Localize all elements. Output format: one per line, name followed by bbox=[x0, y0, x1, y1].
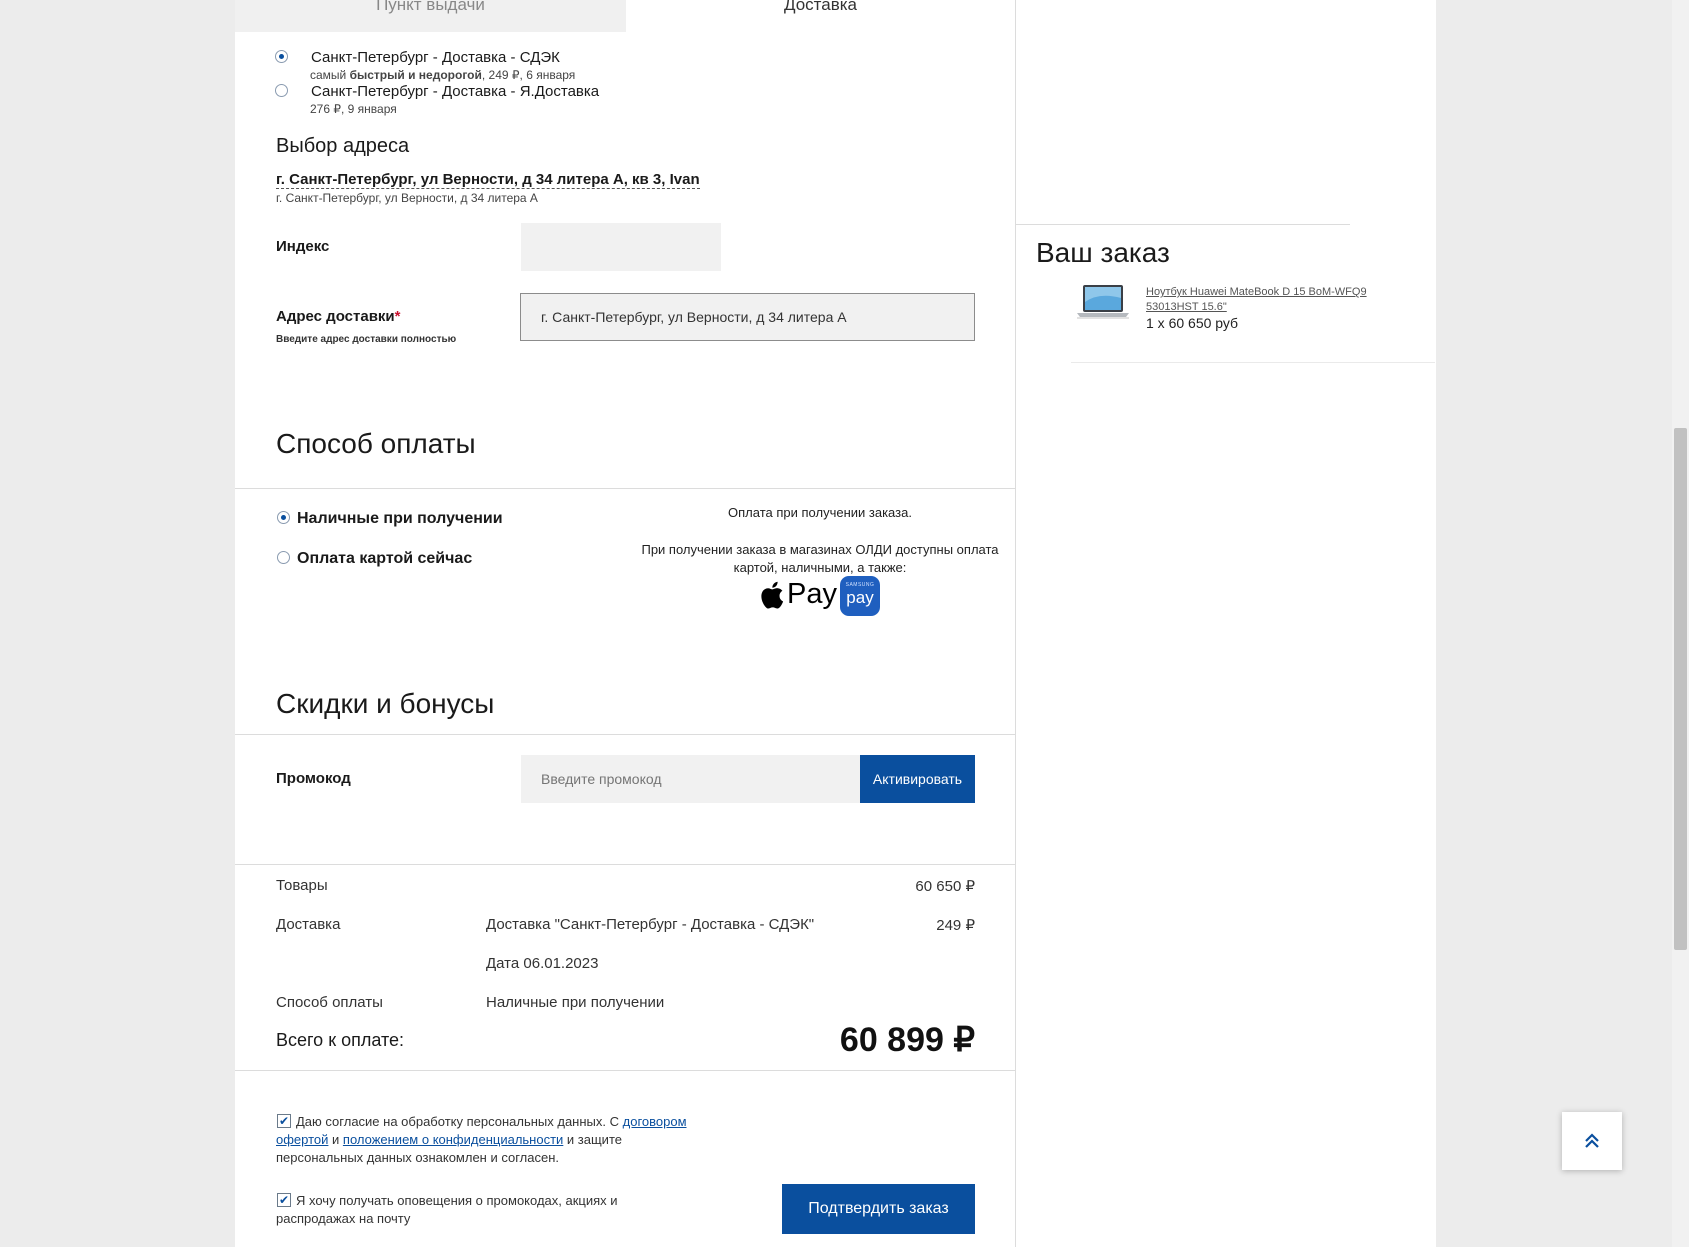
summary-payment-value: Наличные при получении bbox=[486, 994, 665, 1011]
delivery-option-subtitle: самый быстрый и недорогой, 249 ₽, 6 янва… bbox=[310, 68, 576, 82]
order-top-divider bbox=[1016, 224, 1350, 225]
delivery-address-hint: Введите адрес доставки полностью bbox=[276, 334, 457, 345]
scrollbar-thumb[interactable] bbox=[1674, 428, 1687, 950]
promo-input[interactable] bbox=[521, 755, 861, 803]
discounts-heading: Скидки и бонусы bbox=[276, 688, 495, 719]
index-input[interactable] bbox=[521, 223, 721, 271]
section-divider bbox=[235, 1070, 1015, 1071]
summary-goods-value: 60 650 ₽ bbox=[915, 878, 975, 895]
apple-pay-logo: Pay bbox=[760, 577, 837, 617]
tab-pickup[interactable]: Пункт выдачи bbox=[235, 0, 626, 32]
delivery-address-input[interactable]: г. Санкт-Петербург, ул Верности, д 34 ли… bbox=[520, 293, 975, 341]
payment-option-label: Наличные при получении bbox=[297, 510, 503, 527]
delivery-radio-yandex[interactable] bbox=[275, 84, 288, 97]
activate-promo-button[interactable]: Активировать bbox=[860, 755, 975, 803]
delivery-option-cdek[interactable]: Санкт-Петербург - Доставка - СДЭК самый … bbox=[275, 49, 875, 82]
payment-info-line1: Оплата при получении заказа. bbox=[728, 505, 912, 520]
order-bottom-divider bbox=[1071, 362, 1435, 363]
newsletter-text: Я хочу получать оповещения о промокодах,… bbox=[276, 1193, 618, 1226]
payment-option-label: Оплата картой сейчас bbox=[297, 550, 473, 567]
scroll-to-top-button[interactable] bbox=[1562, 1112, 1622, 1170]
delivery-address-label: Адрес доставки* bbox=[276, 308, 401, 325]
payment-radio-card[interactable] bbox=[277, 551, 290, 564]
laptop-image bbox=[1077, 285, 1129, 319]
confirm-order-button[interactable]: Подтвердить заказ bbox=[782, 1184, 975, 1234]
summary-total-label: Всего к оплате: bbox=[276, 1030, 405, 1050]
delivery-radio-cdek[interactable] bbox=[275, 50, 288, 63]
promo-label: Промокод bbox=[276, 770, 351, 787]
payment-option-cash[interactable]: Наличные при получении bbox=[277, 510, 577, 530]
summary-delivery-label: Доставка bbox=[276, 916, 341, 933]
summary-total-value: 60 899 ₽ bbox=[839, 1021, 975, 1059]
laptop-thumbnail bbox=[1075, 282, 1131, 322]
payment-radio-cash[interactable] bbox=[277, 511, 290, 524]
summary-delivery-value: 249 ₽ bbox=[936, 917, 975, 934]
payment-option-card[interactable]: Оплата картой сейчас bbox=[277, 550, 577, 570]
delivery-option-title: Санкт-Петербург - Доставка - СДЭК bbox=[311, 49, 560, 66]
order-item-link[interactable]: Ноутбук Huawei MateBook D 15 BoM-WFQ9 53… bbox=[1146, 285, 1386, 315]
section-divider bbox=[235, 488, 1015, 489]
summary-delivery-desc: Доставка "Санкт-Петербург - Доставка - С… bbox=[486, 916, 815, 933]
tab-delivery[interactable]: Доставка bbox=[626, 0, 1015, 32]
payment-info-line2: При получении заказа в магазинах ОЛДИ до… bbox=[641, 542, 999, 575]
delivery-option-yandex[interactable]: Санкт-Петербург - Доставка - Я.Доставка … bbox=[275, 83, 875, 116]
delivery-option-subtitle: 276 ₽, 9 января bbox=[310, 102, 397, 116]
address-heading: Выбор адреса bbox=[276, 135, 410, 157]
delivery-option-title: Санкт-Петербург - Доставка - Я.Доставка bbox=[311, 83, 600, 100]
consent-text: Даю согласие на обработку персональных д… bbox=[276, 1114, 687, 1165]
section-divider bbox=[235, 734, 1015, 735]
section-divider bbox=[235, 864, 1015, 865]
summary-delivery-date: Дата 06.01.2023 bbox=[486, 955, 599, 972]
payment-heading: Способ оплаты bbox=[276, 428, 476, 459]
apple-icon bbox=[761, 581, 784, 609]
apple-pay-text: Pay bbox=[787, 578, 837, 610]
selected-address-sub: г. Санкт-Петербург, ул Верности, д 34 ли… bbox=[276, 191, 538, 205]
index-label: Индекс bbox=[276, 238, 330, 255]
order-item-qty: 1 x 60 650 руб bbox=[1146, 315, 1239, 331]
summary-payment-label: Способ оплаты bbox=[276, 994, 383, 1011]
selected-address-link[interactable]: г. Санкт-Петербург, ул Верности, д 34 ли… bbox=[276, 171, 700, 189]
column-divider bbox=[1015, 0, 1016, 1247]
privacy-link[interactable]: положением о конфиденциальности bbox=[343, 1132, 563, 1147]
summary-goods-label: Товары bbox=[276, 877, 328, 894]
order-heading: Ваш заказ bbox=[1036, 237, 1170, 268]
double-chevron-up-icon bbox=[1585, 1133, 1599, 1148]
samsung-pay-text: pay bbox=[846, 588, 874, 607]
samsung-pay-logo: SAMSUNG pay bbox=[840, 576, 880, 616]
